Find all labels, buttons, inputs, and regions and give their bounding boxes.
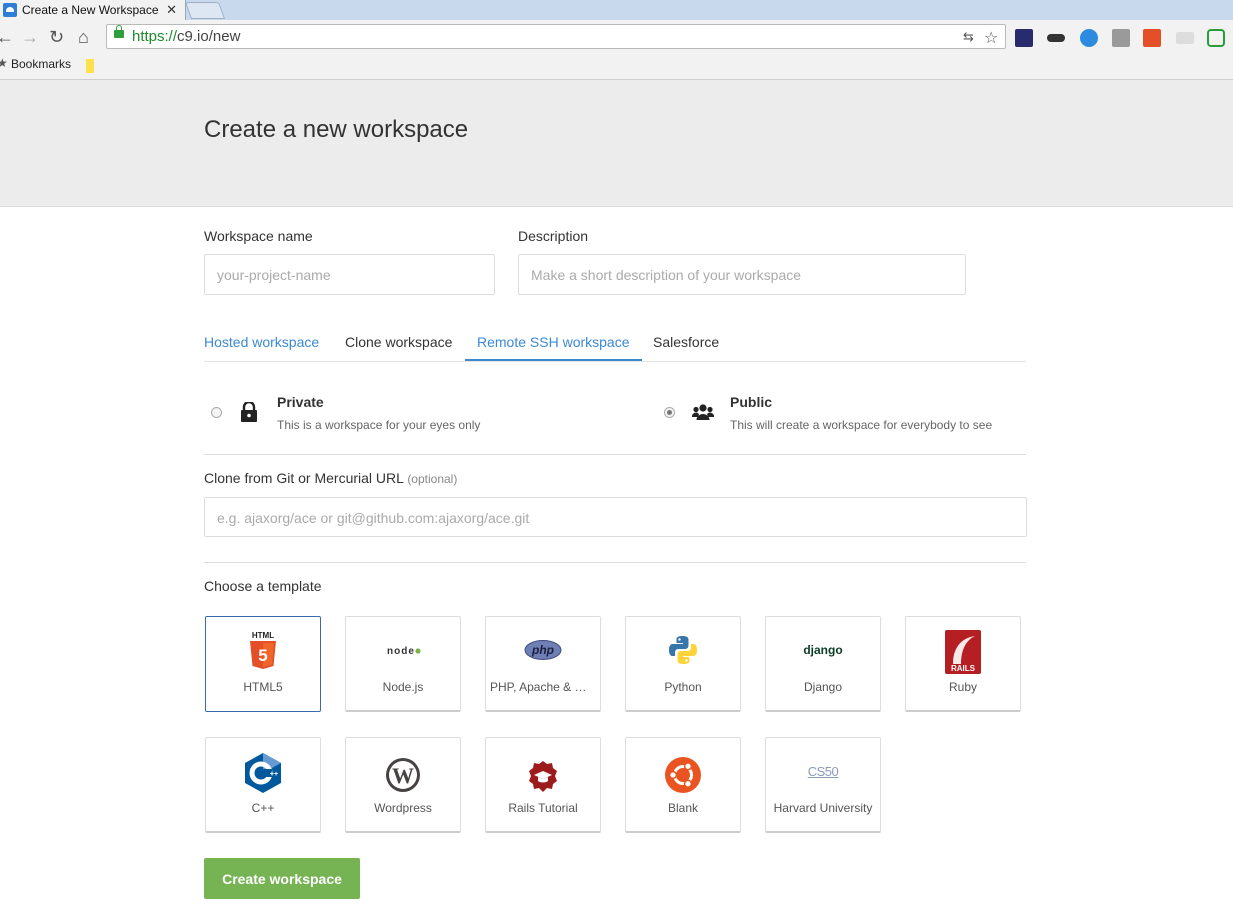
template-name: Django — [803, 680, 843, 694]
rails-tutorial-logo-icon — [529, 761, 557, 792]
private-radio[interactable] — [211, 407, 222, 418]
template-name: Harvard University — [773, 801, 873, 815]
bookmark-item-icon[interactable] — [86, 59, 94, 73]
tab-remote-ssh-workspace[interactable]: Remote SSH workspace — [465, 334, 642, 361]
description-input[interactable]: Make a short description of your workspa… — [518, 254, 966, 295]
reload-icon[interactable]: ↻ — [49, 27, 64, 47]
bookmarks-label[interactable]: Bookmarks — [11, 57, 71, 71]
text-extension-icon[interactable] — [1112, 29, 1130, 47]
template-name: Node.js — [382, 680, 424, 694]
html5-extension-icon[interactable] — [1143, 29, 1161, 47]
home-icon[interactable]: ⌂ — [78, 27, 89, 47]
template-name: Python — [664, 680, 702, 694]
download-extension-icon[interactable] — [1080, 29, 1098, 47]
template-python[interactable]: Python — [625, 616, 741, 712]
back-icon[interactable]: ← — [0, 27, 14, 47]
cloud9-favicon-icon — [3, 3, 17, 17]
workspace-name-label: Workspace name — [204, 228, 313, 244]
browser-tab[interactable]: Create a New Workspace ✕ — [0, 0, 186, 20]
forward-icon[interactable]: → — [21, 27, 39, 47]
url-scheme: https:// — [132, 28, 178, 45]
template-harvard-cs50[interactable]: CS50 Harvard University — [765, 737, 881, 833]
template-django[interactable]: django Django — [765, 616, 881, 712]
public-description: This will create a workspace for everybo… — [730, 418, 993, 432]
lock-icon — [241, 402, 257, 422]
template-nodejs[interactable]: node Node.js — [345, 616, 461, 712]
optional-hint: (optional) — [407, 472, 458, 486]
template-php[interactable]: php PHP, Apache & MySQL — [485, 616, 601, 712]
browser-tabstrip: Create a New Workspace ✕ — [0, 0, 1233, 20]
svg-text:5: 5 — [258, 646, 267, 665]
php-logo-text: php — [531, 643, 554, 657]
address-bar[interactable]: https://c9.io/new ⇆ ☆ — [106, 24, 1006, 49]
php-logo-icon: php — [524, 640, 562, 660]
template-name: PHP, Apache & MySQL — [490, 680, 596, 694]
description-label: Description — [518, 228, 589, 244]
nodejs-logo-icon: node — [387, 646, 421, 657]
extension-icon[interactable] — [1015, 29, 1033, 47]
workspace-type-tabs: Hosted workspace Clone workspace Remote … — [204, 325, 1026, 362]
bookmarks-star-icon: ★ — [0, 56, 8, 70]
template-name: C++ — [251, 801, 275, 815]
rails-logo-text: RAILS — [951, 664, 976, 673]
template-name: Ruby — [948, 680, 977, 694]
create-workspace-button[interactable]: Create workspace — [204, 858, 360, 899]
private-description: This is a workspace for your eyes only — [277, 418, 481, 432]
browser-toolbar: ← → ↻ ⌂ https://c9.io/new ⇆ ☆ — [0, 20, 1233, 56]
secure-lock-icon — [114, 25, 124, 38]
tab-clone-workspace[interactable]: Clone workspace — [345, 334, 452, 359]
rails-logo-icon: RAILS — [945, 630, 981, 674]
url-path: c9.io/new — [177, 28, 241, 45]
template-html5[interactable]: HTML 5 HTML5 — [205, 616, 321, 712]
clone-url-label-text: Clone from Git or Mercurial URL — [204, 470, 404, 486]
security-extension-icon[interactable] — [1207, 29, 1225, 47]
cast-extension-icon[interactable] — [1176, 32, 1194, 44]
template-name: Rails Tutorial — [508, 801, 578, 815]
private-title: Private — [277, 394, 324, 410]
url-text[interactable]: https://c9.io/new — [132, 28, 240, 45]
clone-url-label: Clone from Git or Mercurial URL (optiona… — [204, 470, 457, 486]
divider — [204, 454, 1026, 455]
choose-template-heading: Choose a template — [204, 578, 322, 594]
html5-logo-icon: HTML 5 — [250, 631, 276, 669]
page-title: Create a new workspace — [204, 116, 469, 143]
divider — [204, 562, 1026, 563]
template-ruby[interactable]: RAILS Ruby — [905, 616, 1021, 712]
html5-logo-text: HTML — [252, 631, 274, 640]
template-name: Blank — [667, 801, 699, 815]
template-blank[interactable]: Blank — [625, 737, 741, 833]
incognito-extension-icon[interactable] — [1047, 34, 1065, 42]
users-icon — [692, 404, 714, 420]
page-header: Create a new workspace — [0, 80, 1233, 207]
ubuntu-logo-icon — [665, 757, 701, 793]
bookmarks-bar: ★ Bookmarks — [0, 56, 1233, 80]
new-tab-button[interactable] — [184, 2, 226, 19]
public-title: Public — [730, 394, 773, 410]
nodejs-logo-text: node — [387, 646, 415, 657]
bookmark-star-icon[interactable]: ☆ — [984, 28, 998, 48]
wordpress-logo-icon: W — [386, 758, 420, 792]
svg-text:W: W — [392, 763, 414, 788]
template-name: HTML5 — [243, 680, 283, 694]
template-name: Wordpress — [374, 801, 432, 815]
svg-text:++: ++ — [270, 771, 278, 778]
template-cpp[interactable]: ++ C++ — [205, 737, 321, 833]
django-logo-icon: django — [803, 643, 843, 657]
public-radio[interactable] — [664, 407, 675, 418]
close-tab-icon[interactable]: ✕ — [166, 2, 177, 18]
clone-url-input[interactable]: e.g. ajaxorg/ace or git@github.com:ajaxo… — [204, 497, 1027, 537]
translate-icon[interactable]: ⇆ — [963, 29, 974, 45]
tab-hosted-workspace[interactable]: Hosted workspace — [204, 334, 319, 359]
tab-salesforce[interactable]: Salesforce — [653, 334, 719, 359]
cpp-logo-icon: ++ — [245, 753, 281, 793]
browser-tab-title: Create a New Workspace — [22, 3, 159, 17]
cs50-logo-icon: CS50 — [807, 763, 839, 779]
python-logo-icon — [669, 636, 697, 664]
template-rails-tutorial[interactable]: Rails Tutorial — [485, 737, 601, 833]
template-wordpress[interactable]: W Wordpress — [345, 737, 461, 833]
workspace-name-input[interactable]: your-project-name — [204, 254, 495, 295]
